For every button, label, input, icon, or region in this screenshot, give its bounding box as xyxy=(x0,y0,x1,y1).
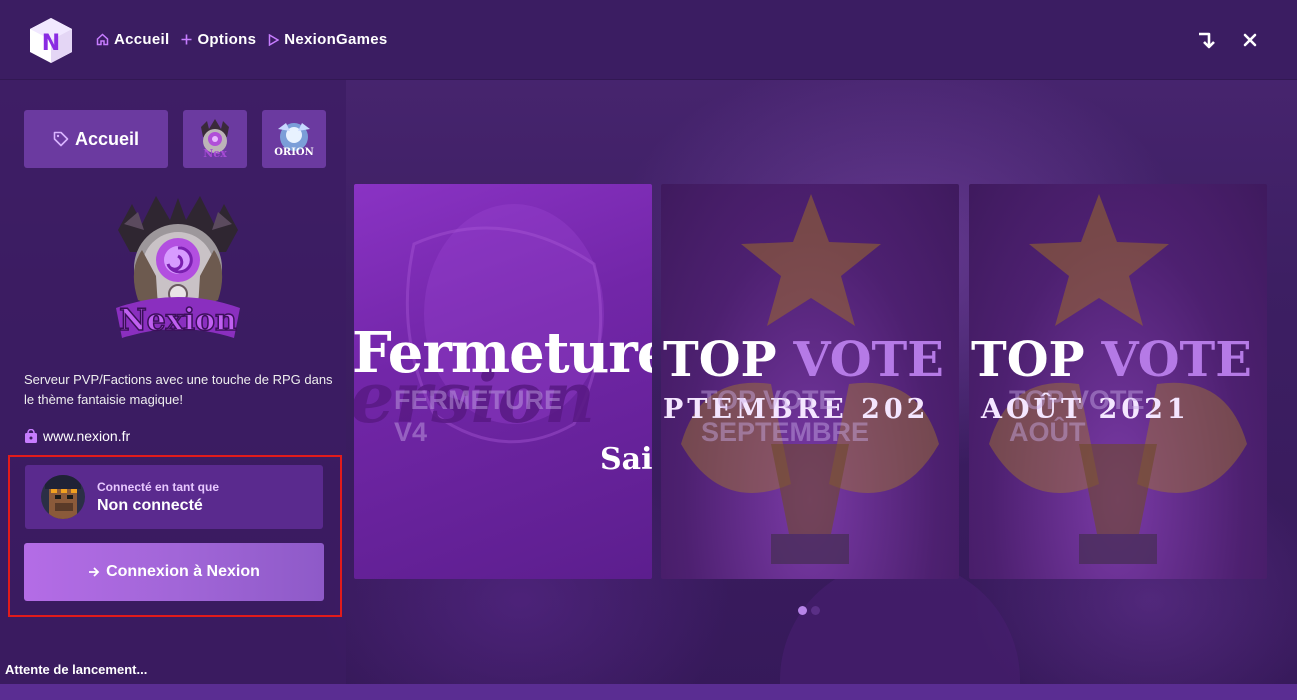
card-overlay-title: TOP VOTE SEPTEMBRE xyxy=(701,384,869,448)
minimize-button[interactable] xyxy=(1193,27,1219,53)
nav-nexiongames[interactable]: NexionGames xyxy=(268,31,387,48)
orion-server-icon: ORION xyxy=(274,123,314,158)
svg-text:Nexion: Nexion xyxy=(119,303,237,338)
play-icon xyxy=(268,33,280,46)
annotation-highlight-box xyxy=(8,455,342,617)
carousel-dot-1[interactable] xyxy=(798,606,807,615)
server-logo: Nexion xyxy=(116,196,240,339)
top-nav: Accueil Options NexionGames xyxy=(96,31,388,48)
tab-accueil-label: Accueil xyxy=(74,128,140,149)
home-icon xyxy=(96,33,109,46)
card-art-title-accent: VOTE xyxy=(1101,332,1252,388)
nav-accueil[interactable]: Accueil xyxy=(96,31,169,48)
card-art-suffix: Sai xyxy=(600,442,652,477)
server-description: Serveur PVP/Factions avec une touche de … xyxy=(24,372,333,407)
launch-progress-bar xyxy=(0,684,1297,700)
nexion-server-icon: Nex xyxy=(201,119,229,160)
svg-text:ORION: ORION xyxy=(274,147,314,158)
card-overlay-line-2: SEPTEMBRE xyxy=(701,417,870,447)
nexion-logo-icon: N xyxy=(30,18,72,63)
card-overlay-title: FERMETURE V4 xyxy=(394,384,562,448)
tab-server-orion[interactable]: ORION xyxy=(262,110,326,168)
carousel-dot-2[interactable] xyxy=(811,606,820,615)
close-button[interactable] xyxy=(1237,27,1263,53)
launch-status-text: Attente de lancement... xyxy=(5,662,148,677)
title-bar: N Accueil Options NexionGames xyxy=(0,0,1297,80)
card-art-title: TOP VOTE xyxy=(971,332,1252,388)
card-art-title-accent: VOTE xyxy=(793,332,944,388)
close-icon xyxy=(1243,33,1257,47)
svg-text:Nex: Nex xyxy=(203,147,227,160)
nav-options[interactable]: Options xyxy=(181,31,256,48)
card-art-title-prefix: TOP xyxy=(663,332,777,388)
carousel-dots xyxy=(798,606,820,615)
card-art-title-prefix: TOP xyxy=(971,332,1085,388)
card-overlay-title: TOP VOTE AOÛT xyxy=(1009,384,1145,448)
card-art-title: Fermeture xyxy=(354,320,652,386)
server-tabs: Accueil Nex ORION xyxy=(24,110,326,168)
tag-icon xyxy=(53,131,69,147)
card-overlay-line-1: TOP VOTE xyxy=(1009,385,1145,415)
tab-server-nexion[interactable]: Nex xyxy=(183,110,247,168)
shop-bag-icon xyxy=(24,428,38,444)
card-overlay-line-2: V4 xyxy=(394,417,428,447)
website-label: www.nexion.fr xyxy=(43,428,131,444)
svg-text:N: N xyxy=(42,31,60,56)
card-art-title: TOP VOTE xyxy=(663,332,944,388)
nav-options-label: Options xyxy=(197,31,257,48)
card-overlay-line-1: TOP VOTE xyxy=(701,385,837,415)
nav-accueil-label: Accueil xyxy=(114,31,170,48)
card-overlay-line-2: AOÛT xyxy=(1009,417,1086,447)
card-overlay-line-1: FERMETURE xyxy=(394,385,562,415)
news-card-fermeture[interactable]: ersion Fermeture Sai FERMETURE V4 xyxy=(354,184,652,579)
arrow-down-turn-icon xyxy=(1199,32,1215,49)
website-link[interactable]: www.nexion.fr xyxy=(24,428,130,444)
news-card-top-vote-aout[interactable]: TOP VOTE AOÛT 2021 TOP VOTE AOÛT xyxy=(969,184,1267,579)
nav-nexiongames-label: NexionGames xyxy=(284,31,388,48)
tab-accueil[interactable]: Accueil xyxy=(24,110,168,168)
news-card-top-vote-septembre[interactable]: TOP VOTE PTEMBRE 202 TOP VOTE SEPTEMBRE xyxy=(661,184,959,579)
plus-icon xyxy=(181,34,192,45)
